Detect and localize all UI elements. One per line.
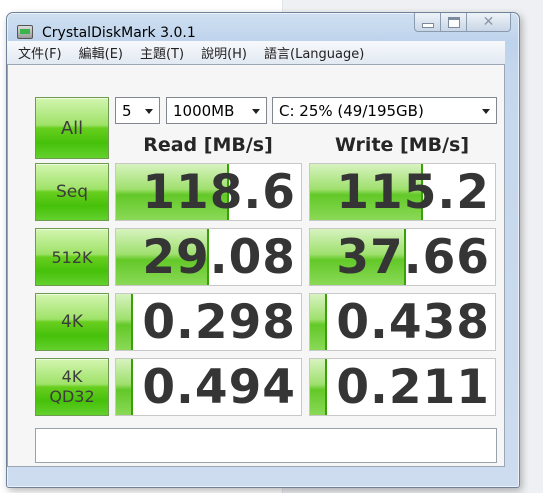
minimize-button[interactable] bbox=[414, 13, 441, 32]
4k-qd32-write-cell: 0.211 bbox=[309, 358, 496, 416]
caption-buttons: ✕ bbox=[414, 13, 511, 33]
chevron-down-icon bbox=[482, 109, 490, 114]
seq-write-cell: 115.2 bbox=[309, 163, 496, 221]
maximize-icon bbox=[447, 16, 460, 28]
512k-button[interactable]: 512K bbox=[35, 228, 109, 286]
seq-button[interactable]: Seq bbox=[35, 163, 109, 221]
4k-button-label: 4K bbox=[61, 312, 83, 332]
read-header: Read [MB/s] bbox=[143, 134, 273, 156]
drive-select[interactable]: C: 25% (49/195GB) bbox=[272, 97, 497, 124]
menu-help[interactable]: 說明(H) bbox=[190, 43, 253, 62]
512k-read-cell: 29.08 bbox=[115, 228, 302, 286]
close-icon: ✕ bbox=[482, 14, 495, 30]
write-header: Write [MB/s] bbox=[334, 134, 470, 156]
seq-read-cell: 118.6 bbox=[115, 163, 302, 221]
4k-qd32-read-value: 0.494 bbox=[142, 360, 296, 415]
menu-language[interactable]: 語言(Language) bbox=[253, 43, 370, 62]
seq-read-value: 118.6 bbox=[142, 165, 296, 220]
test-size-select[interactable]: 1000MB bbox=[166, 97, 267, 124]
comment-field[interactable] bbox=[35, 428, 497, 463]
4k-read-cell: 0.298 bbox=[115, 293, 302, 351]
4k-write-cell: 0.438 bbox=[309, 293, 496, 351]
seq-button-label: Seq bbox=[55, 182, 89, 202]
4k-qd32-label-line2: QD32 bbox=[49, 387, 95, 406]
4k-qd32-label-line1: 4K bbox=[61, 367, 83, 386]
4k-qd32-write-value: 0.211 bbox=[336, 360, 490, 415]
4k-qd32-write-bar bbox=[310, 359, 327, 415]
minimize-icon bbox=[421, 22, 434, 28]
window-title: CrystalDiskMark 3.0.1 bbox=[42, 25, 196, 41]
4k-button[interactable]: 4K bbox=[35, 293, 109, 351]
menu-edit[interactable]: 編輯(E) bbox=[68, 43, 129, 62]
512k-write-value: 37.66 bbox=[336, 230, 490, 285]
menu-bar: 文件(F) 編輯(E) 主題(T) 說明(H) 語言(Language) bbox=[7, 41, 505, 64]
512k-write-cell: 37.66 bbox=[309, 228, 496, 286]
maximize-button[interactable] bbox=[440, 13, 467, 32]
4k-qd32-read-bar bbox=[116, 359, 133, 415]
4k-write-bar bbox=[310, 294, 327, 350]
drive-value: C: 25% (49/195GB) bbox=[279, 102, 424, 120]
512k-read-value: 29.08 bbox=[142, 230, 296, 285]
seq-write-value: 115.2 bbox=[336, 165, 490, 220]
test-size-value: 1000MB bbox=[173, 102, 235, 120]
chevron-down-icon bbox=[145, 109, 153, 114]
4k-qd32-read-cell: 0.494 bbox=[115, 358, 302, 416]
test-count-value: 5 bbox=[122, 102, 132, 120]
all-button-label: All bbox=[60, 117, 84, 139]
all-button[interactable]: All bbox=[35, 97, 109, 159]
chevron-down-icon bbox=[252, 109, 260, 114]
4k-write-value: 0.438 bbox=[336, 295, 490, 350]
test-count-select[interactable]: 5 bbox=[115, 97, 160, 124]
disk-icon bbox=[17, 25, 33, 39]
menu-file[interactable]: 文件(F) bbox=[7, 43, 68, 62]
512k-button-label: 512K bbox=[51, 247, 93, 267]
close-button[interactable]: ✕ bbox=[466, 13, 511, 32]
4k-read-value: 0.298 bbox=[142, 295, 296, 350]
menu-theme[interactable]: 主題(T) bbox=[129, 43, 190, 62]
4k-read-bar bbox=[116, 294, 133, 350]
4k-qd32-button[interactable]: 4K QD32 bbox=[35, 358, 109, 416]
